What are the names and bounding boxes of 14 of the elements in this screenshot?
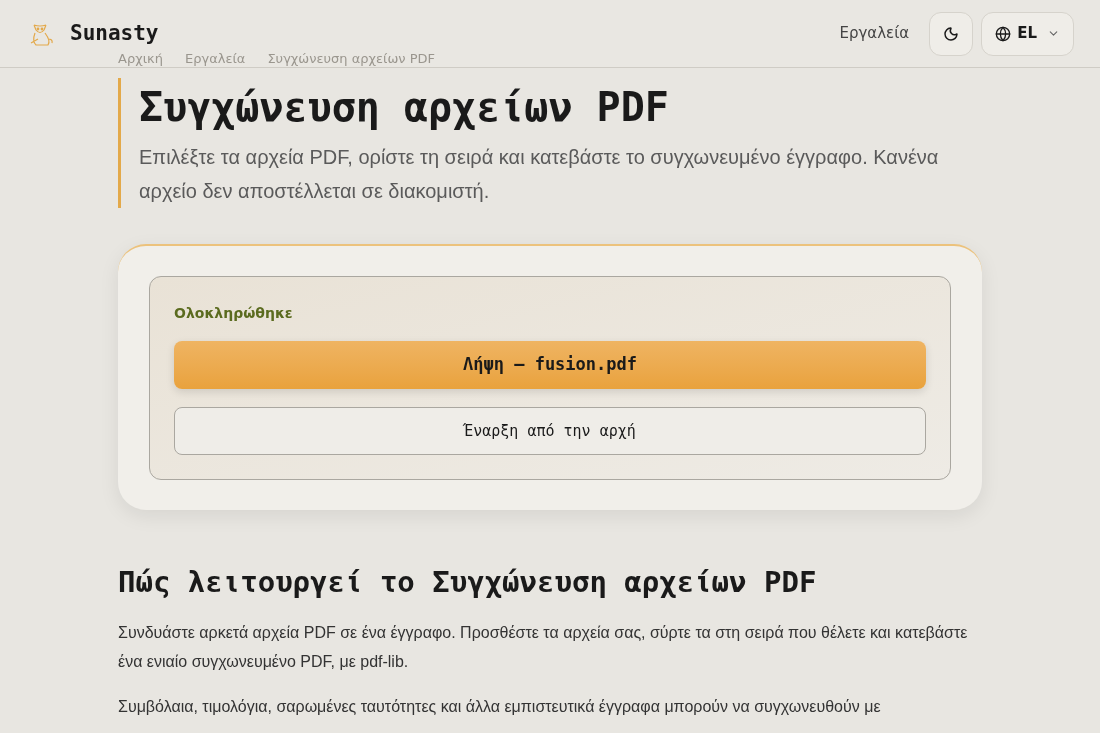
status-label: Ολοκληρώθηκε	[174, 304, 294, 323]
section-paragraph: Συνδυάστε αρκετά αρχεία PDF σε ένα έγγραφο. Προσθέστε τα αρχεία σας, σύρτε τα στη σειρά που θέλετε και κατεβάστε ένα ενιαίο συγχωνευμένο PDF, με pdf-lib.	[118, 623, 969, 672]
section-heading: Πώς λειτουργεί το Συγχώνευση αρχείων PDF	[118, 564, 818, 601]
moon-icon	[943, 25, 960, 42]
section-paragraph: Συμβόλαια, τιμολόγια, σαρωμένες ταυτότητες και άλλα εμπιστευτικά έγγραφα μπορούν να συγχωνευθούν με	[118, 697, 882, 717]
globe-icon	[995, 25, 1012, 42]
download-button[interactable]: Λήψη — fusion.pdf	[174, 341, 926, 389]
dark-mode-button[interactable]	[929, 11, 974, 56]
restart-button[interactable]: Έναρξη από την αρχή	[174, 407, 926, 455]
page-title: Συγχώνευση αρχείων PDF	[139, 83, 670, 132]
brand-name[interactable]: Sunasty	[70, 17, 159, 50]
language-button[interactable]: EL	[981, 11, 1074, 56]
tools-link[interactable]: Εργαλεία	[839, 22, 910, 45]
page-subtitle: Επιλέξτε τα αρχεία PDF, ορίστε τη σειρά και κατεβάστε το συγχωνευμένο έγγραφο. Κανένα αρχείο δεν αποστέλλεται σε διακομιστή.	[139, 145, 940, 204]
